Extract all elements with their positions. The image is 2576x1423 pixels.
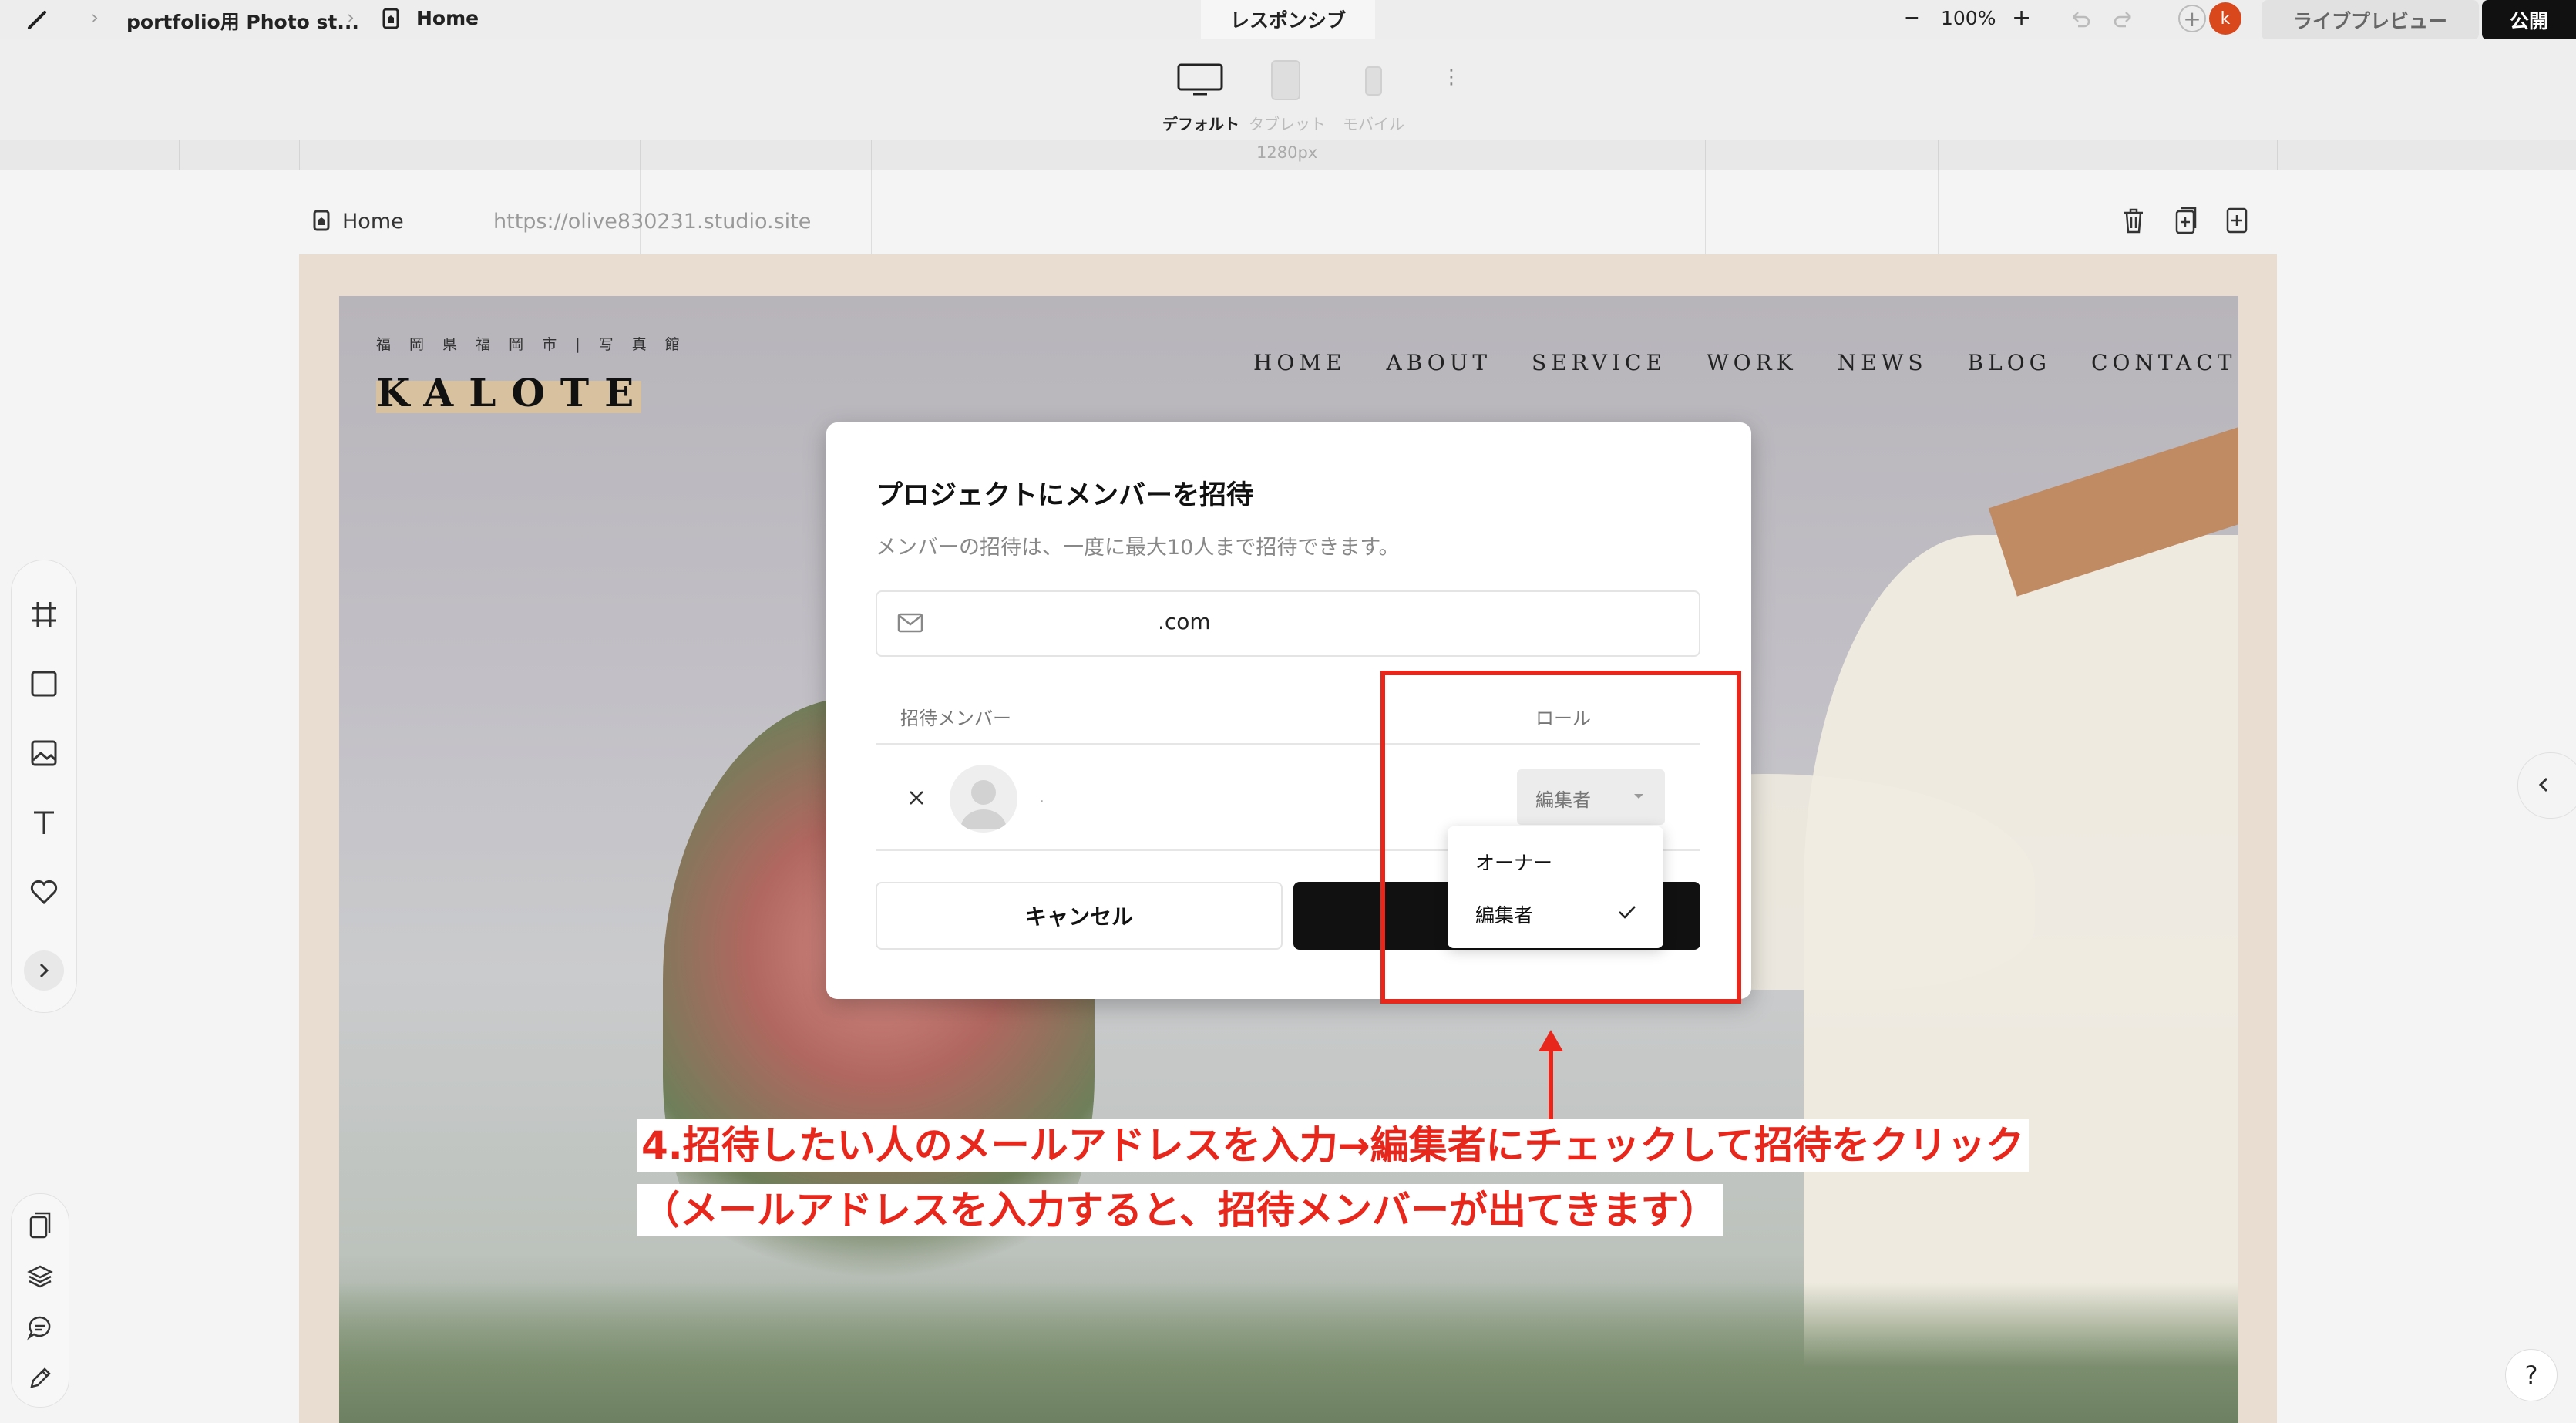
frame-icon[interactable] <box>12 591 76 637</box>
page-icon <box>313 210 330 231</box>
guide-line <box>871 170 872 254</box>
width-readout: 1280px <box>1256 143 1318 162</box>
mobile-icon[interactable] <box>1364 66 1383 96</box>
left-toolbar <box>11 560 77 1013</box>
column-header-member: 招待メンバー <box>900 708 1011 729</box>
duplicate-page-icon[interactable] <box>2174 207 2198 234</box>
right-panel-toggle[interactable] <box>2517 752 2576 819</box>
add-member-icon[interactable]: + <box>2178 5 2206 32</box>
page-name[interactable]: Home <box>342 210 404 234</box>
edit-pencil-icon[interactable] <box>27 1365 53 1391</box>
publish-button[interactable]: 公開 <box>2482 0 2576 40</box>
guide-line <box>1938 170 1939 254</box>
expand-toolbar-icon[interactable] <box>24 950 64 991</box>
dialog-description: メンバーの招待は、一度に最大10人まで招待できます。 <box>876 536 1400 560</box>
box-icon[interactable] <box>12 661 76 707</box>
breadcrumb-page[interactable]: Home <box>416 7 479 29</box>
text-icon[interactable] <box>12 799 76 846</box>
pen-icon[interactable] <box>26 8 49 31</box>
redo-icon[interactable] <box>2112 8 2135 29</box>
nav-contact[interactable]: CONTACT <box>2091 350 2236 375</box>
member-name: . <box>1039 788 1044 807</box>
layers-icon[interactable] <box>27 1263 53 1290</box>
annotation-highlight-box <box>1380 671 1741 1004</box>
cancel-button[interactable]: キャンセル <box>876 882 1283 950</box>
chevron-left-icon <box>2537 776 2551 793</box>
member-avatar <box>950 765 1017 833</box>
device-label-mobile[interactable]: モバイル <box>1343 112 1404 134</box>
tab-responsive[interactable]: レスポンシブ <box>1201 0 1375 39</box>
site-logo[interactable]: KALOTE <box>376 370 649 415</box>
undo-icon[interactable] <box>2069 8 2092 29</box>
nav-service[interactable]: SERVICE <box>1532 350 1666 375</box>
live-preview-button[interactable]: ライブプレビュー <box>2262 0 2479 40</box>
page-url[interactable]: https://olive830231.studio.site <box>493 210 811 234</box>
site-tagline: 福 岡 県 福 岡 市 | 写 真 館 <box>376 336 687 353</box>
nav-blog[interactable]: BLOG <box>1968 350 2052 375</box>
tablet-icon[interactable] <box>1270 59 1301 101</box>
guide-line <box>1705 170 1706 254</box>
chevron-right-icon: › <box>347 6 355 29</box>
device-label-tablet[interactable]: タブレット <box>1249 112 1326 134</box>
nav-home[interactable]: HOME <box>1253 350 1346 375</box>
help-button[interactable]: ? <box>2505 1349 2558 1401</box>
avatar[interactable]: k <box>2209 2 2241 35</box>
site-nav: HOME ABOUT SERVICE WORK NEWS BLOG CONTAC… <box>1253 350 2236 375</box>
zoom-in-icon[interactable]: + <box>2012 5 2031 32</box>
mail-icon <box>897 612 923 634</box>
more-icon[interactable]: ⋮ <box>1441 66 1461 89</box>
dialog-title: プロジェクトにメンバーを招待 <box>876 480 1254 511</box>
page-icon <box>382 8 399 29</box>
remove-member-icon[interactable] <box>906 788 926 808</box>
email-input[interactable]: .com <box>876 590 1700 657</box>
desktop-icon[interactable] <box>1176 62 1224 96</box>
greenery-image <box>339 1283 2238 1423</box>
add-page-icon[interactable] <box>2225 207 2249 234</box>
top-bar: › portfolio用 Photo st... › Home レスポンシブ −… <box>0 0 2576 40</box>
pages-icon[interactable] <box>27 1211 53 1239</box>
annotation-caption-line1: 4.招待したい人のメールアドレスを入力→編集者にチェックして招待をクリック <box>637 1119 2030 1172</box>
zoom-out-icon[interactable]: − <box>1904 6 1920 29</box>
zoom-level[interactable]: 100% <box>1941 7 1996 29</box>
heart-icon[interactable] <box>12 869 76 915</box>
breadcrumb-project[interactable]: portfolio用 Photo st... <box>126 7 359 35</box>
trash-icon[interactable] <box>2121 207 2146 234</box>
left-toolbar-bottom <box>11 1193 69 1408</box>
device-bar: ⋮ デフォルト タブレット モバイル <box>0 39 2576 140</box>
email-input-value: .com <box>1158 609 1211 634</box>
nav-news[interactable]: NEWS <box>1838 350 1928 375</box>
nav-about[interactable]: ABOUT <box>1386 350 1491 375</box>
nav-work[interactable]: WORK <box>1707 350 1797 375</box>
image-icon[interactable] <box>12 730 76 776</box>
chevron-right-icon: › <box>91 6 99 29</box>
device-label-default[interactable]: デフォルト <box>1162 112 1239 134</box>
annotation-caption-line2: （メールアドレスを入力すると、招待メンバーが出てきます） <box>637 1184 1723 1236</box>
comment-icon[interactable] <box>27 1314 53 1341</box>
annotation-arrow <box>1535 1030 1566 1122</box>
